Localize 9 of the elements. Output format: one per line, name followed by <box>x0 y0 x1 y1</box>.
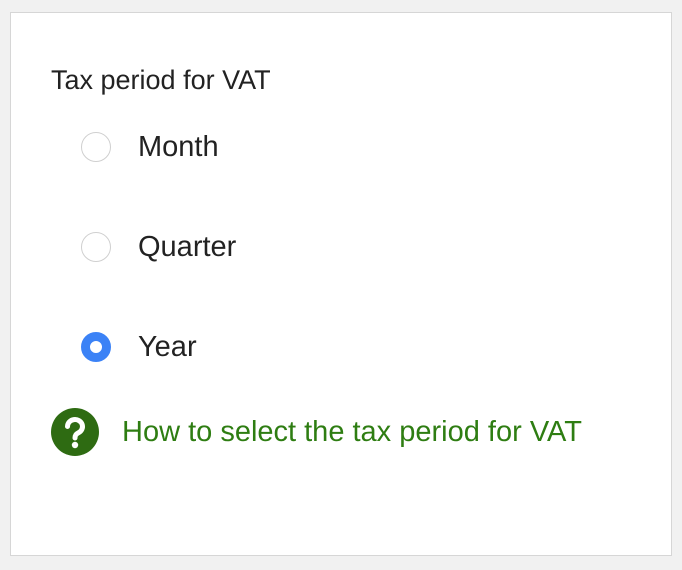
radio-button[interactable] <box>81 332 111 362</box>
radio-option[interactable]: Quarter <box>81 230 631 264</box>
help-link[interactable]: How to select the tax period for VAT <box>122 411 592 453</box>
help-icon <box>51 408 99 456</box>
radio-button[interactable] <box>81 132 111 162</box>
radio-option[interactable]: Month <box>81 130 631 164</box>
radio-option[interactable]: Year <box>81 330 631 364</box>
field-label: Tax period for VAT <box>51 64 272 97</box>
radio-button[interactable] <box>81 232 111 262</box>
